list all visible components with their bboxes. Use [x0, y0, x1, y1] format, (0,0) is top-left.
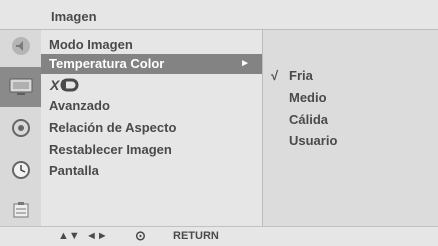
time-icon	[12, 161, 30, 179]
menu-item-avanzado[interactable]: Avanzado	[49, 96, 110, 116]
xd-logo-icon: X	[49, 77, 79, 93]
submenu-arrow-icon: ►	[240, 58, 250, 69]
checkmark-icon: √	[271, 68, 279, 83]
setup-icon	[13, 202, 29, 218]
sidebar-item-setup[interactable]	[6, 196, 36, 224]
sidebar-item-option[interactable]	[6, 114, 36, 142]
menu-item-restablecer-imagen[interactable]: Restablecer Imagen	[49, 140, 172, 160]
svg-text:X: X	[49, 78, 61, 92]
menu-item-label: Temperatura Color	[49, 56, 165, 71]
submenu-panel: √ Fria Medio Cálida Usuario	[262, 30, 438, 226]
submenu-option-fria[interactable]: Fria	[289, 66, 313, 86]
picture-icon	[9, 78, 32, 95]
audio-icon	[12, 37, 30, 55]
sidebar-item-audio[interactable]	[6, 32, 36, 60]
submenu-option-medio[interactable]: Medio	[289, 88, 327, 108]
menu-item-relacion-aspecto[interactable]: Relación de Aspecto	[49, 118, 176, 138]
left-right-arrows-icon: ◄►	[86, 230, 108, 242]
tv-menu-screen: Imagen Modo Imagen Temperatura Color ► X…	[0, 0, 438, 246]
menu-header: Imagen	[0, 0, 438, 30]
menu-item-xd[interactable]: X XD	[49, 77, 81, 95]
category-sidebar	[0, 30, 41, 226]
option-icon	[12, 119, 30, 137]
menu-item-modo-imagen[interactable]: Modo Imagen	[49, 35, 133, 55]
ok-button-icon: ⊙	[135, 228, 146, 243]
up-down-arrows-icon: ▲▼	[58, 230, 80, 242]
menu-item-temperatura-color[interactable]: Temperatura Color ►	[41, 54, 262, 74]
submenu-option-calida[interactable]: Cálida	[289, 110, 328, 130]
menu-item-pantalla[interactable]: Pantalla	[49, 161, 99, 181]
sidebar-item-time[interactable]	[6, 156, 36, 184]
main-menu-list: Modo Imagen Temperatura Color ► X XD Ava…	[41, 30, 262, 226]
navigation-hint-bar: ▲▼ ◄► ⊙ RETURN	[0, 226, 438, 246]
sidebar-item-picture[interactable]	[0, 67, 41, 107]
return-label: RETURN	[173, 230, 219, 242]
submenu-option-usuario[interactable]: Usuario	[289, 131, 337, 151]
menu-title: Imagen	[51, 9, 97, 24]
